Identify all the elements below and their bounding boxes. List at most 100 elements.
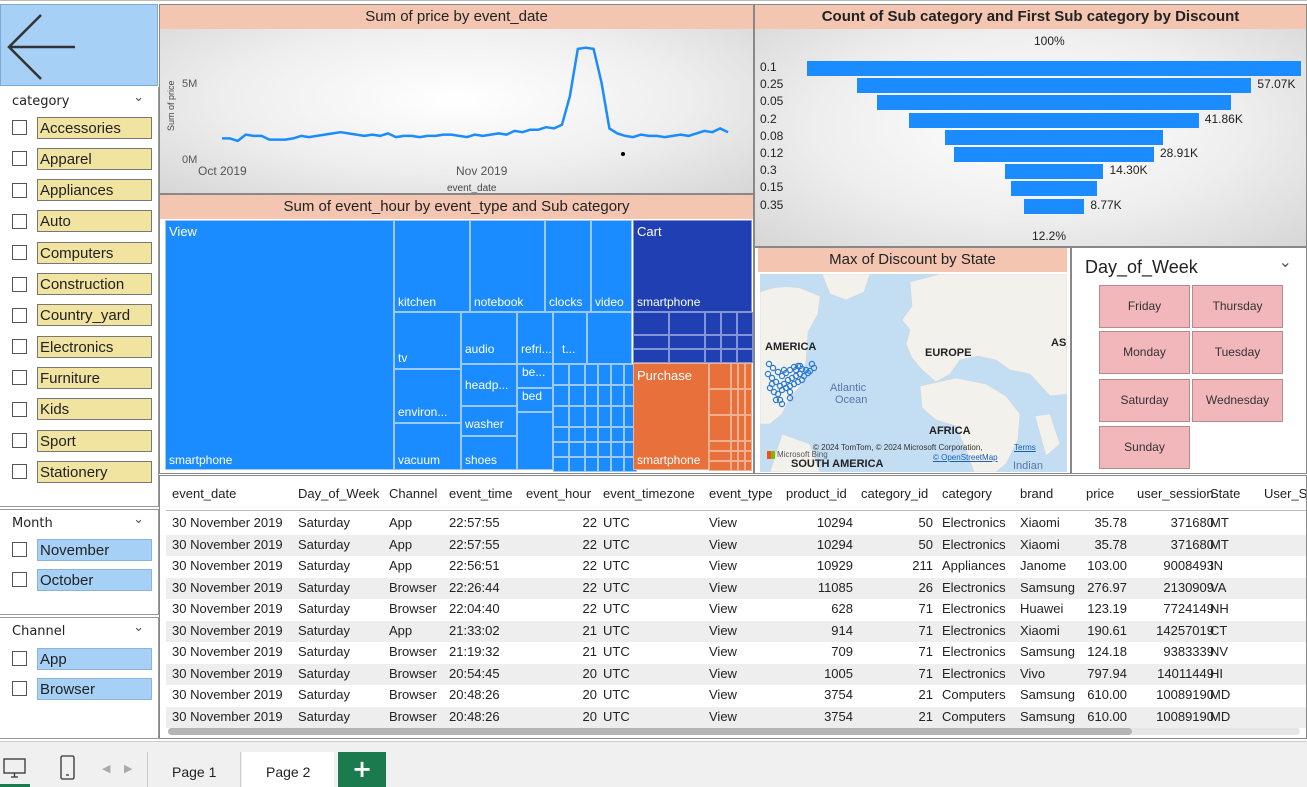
slicer-item[interactable]: Appliances [12,179,152,202]
treemap-tile[interactable] [585,406,598,427]
treemap-tile[interactable] [569,406,585,427]
chevron-down-icon[interactable]: ⌄ [133,620,144,635]
funnel-bar[interactable] [909,112,1199,128]
checkbox[interactable] [12,401,27,417]
slicer-item[interactable]: Browser [12,677,152,700]
funnel-bar[interactable] [856,78,1252,94]
day-button[interactable]: Tuesday [1192,331,1283,374]
funnel-bar[interactable] [1011,181,1097,197]
treemap-tile[interactable] [598,364,611,385]
treemap-tile[interactable] [585,427,598,442]
treemap-tile[interactable] [553,427,569,442]
treemap-tile[interactable] [731,461,738,471]
column-header[interactable]: product_id [786,486,847,501]
treemap-tile[interactable] [611,406,624,427]
price-series-line[interactable] [222,46,729,143]
event-hour-treemap[interactable]: Sum of event_hour by event_type and Sub … [159,194,754,474]
column-header[interactable]: event_type [709,486,773,501]
column-header[interactable]: Channel [389,486,437,501]
treemap-tile[interactable] [709,451,731,461]
treemap-tile[interactable] [553,364,569,385]
treemap-tile[interactable] [738,363,745,389]
slicer-item[interactable]: Construction [12,273,152,296]
treemap-tile[interactable] [569,364,585,385]
treemap-tile[interactable] [598,442,611,457]
treemap-tile[interactable] [745,461,752,471]
column-header[interactable]: User_S [1264,486,1306,501]
treemap-tile[interactable] [669,335,705,349]
treemap-tile[interactable] [585,385,598,406]
slicer-item[interactable]: Sport [12,429,152,452]
slicer-item[interactable]: Apparel [12,147,152,170]
checkbox[interactable] [12,245,27,261]
treemap-tile[interactable] [461,312,517,364]
checkbox[interactable] [12,433,27,448]
treemap-tile[interactable] [669,349,705,363]
checkbox[interactable] [12,339,27,355]
treemap-tile[interactable] [745,389,752,415]
funnel-bar[interactable] [1023,198,1085,214]
chevron-down-icon[interactable]: ⌄ [133,512,144,527]
treemap-tile[interactable] [669,312,705,335]
day-button[interactable]: Wednesday [1192,379,1283,422]
treemap-tile[interactable] [611,427,624,442]
treemap-tile[interactable] [738,461,745,471]
treemap-tile[interactable] [731,363,738,389]
treemap-tile[interactable] [517,412,553,470]
slicer-item[interactable]: App [12,647,152,670]
treemap-tile[interactable] [709,441,731,451]
treemap-tile[interactable] [705,349,721,363]
treemap-tile[interactable] [721,312,737,335]
treemap-tile[interactable] [737,349,753,363]
treemap-tile[interactable] [731,441,738,451]
column-header[interactable]: State [1210,486,1240,501]
treemap-tile[interactable] [611,364,624,385]
treemap-tile[interactable] [731,389,738,415]
treemap-tile[interactable] [587,312,632,364]
slicer-item[interactable]: October [12,568,152,591]
treemap-tile[interactable] [585,442,598,457]
treemap-tile[interactable] [569,385,585,406]
slicer-item[interactable]: Electronics [12,335,152,358]
treemap-tile[interactable] [611,442,624,457]
treemap-tile[interactable] [709,389,731,415]
treemap-tile[interactable] [598,385,611,406]
checkbox[interactable] [12,307,27,323]
treemap-tile[interactable] [731,415,738,441]
checkbox[interactable] [12,542,27,557]
treemap-tile[interactable] [721,349,737,363]
treemap-tile[interactable] [709,415,731,441]
tab-page-1[interactable]: Page 1 [147,752,242,787]
tab-page-2[interactable]: Page 2 [242,752,335,787]
treemap-tile[interactable] [553,442,569,457]
treemap-tile[interactable] [738,415,745,441]
back-button[interactable] [0,4,158,86]
treemap-tile[interactable] [705,312,721,335]
treemap-tile[interactable] [705,335,721,349]
treemap-tile[interactable] [569,457,585,472]
treemap-tile[interactable] [745,451,752,461]
day-button[interactable]: Sunday [1099,426,1190,469]
treemap-tile[interactable] [585,457,598,472]
funnel-bar[interactable] [876,95,1232,111]
treemap-tile[interactable] [709,363,731,389]
column-header[interactable]: event_timezone [603,486,695,501]
map-terms-link[interactable]: Terms [1014,443,1036,452]
treemap-tile[interactable] [553,385,569,406]
treemap-tile[interactable] [553,457,569,472]
treemap-tile[interactable] [738,389,745,415]
treemap-tile[interactable] [633,312,669,335]
add-page-button[interactable]: + [338,752,386,787]
treemap-tile[interactable] [633,335,669,349]
price-line-chart[interactable]: Sum of price by event_date 5M 0M Oct 2019 N… [159,4,754,194]
column-header[interactable]: category [942,486,992,501]
phone-icon[interactable] [58,755,78,781]
checkbox[interactable] [12,120,27,135]
treemap-tile[interactable] [737,335,753,349]
checkbox[interactable] [12,572,27,587]
column-header[interactable]: event_date [172,486,236,501]
column-header[interactable]: Day_of_Week [298,486,379,501]
funnel-bar[interactable] [953,147,1154,162]
prev-page-icon[interactable]: ◀ [102,762,110,775]
slicer-item[interactable]: Stationery [12,460,152,483]
